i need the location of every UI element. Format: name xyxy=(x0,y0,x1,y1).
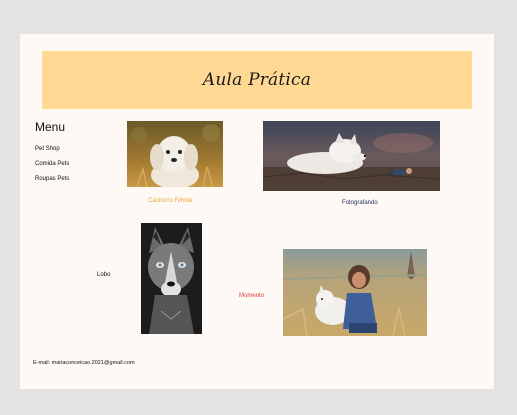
side-menu: Menu Pet Shop Comida Pets Roupas Pets xyxy=(35,120,69,187)
photographing-photo xyxy=(263,121,440,191)
page-header: Aula Prática xyxy=(42,51,472,109)
menu-item-pet-shop[interactable]: Pet Shop xyxy=(35,142,69,157)
menu-title: Menu xyxy=(35,120,66,134)
menu-item-roupas-pets[interactable]: Roupas Pets xyxy=(35,172,69,187)
puppy-caption: Cachorro Filhote xyxy=(148,198,193,204)
moment-photo xyxy=(283,249,427,336)
page-title: Aula Prática xyxy=(202,70,312,90)
menu-item-comida-pets[interactable]: Comida Pets xyxy=(35,157,69,172)
footer-email: E-mail: mariaconceicao.2021@gmail.com xyxy=(33,360,135,366)
moment-caption: Momento xyxy=(239,293,265,299)
page-container: Aula Prática Menu Pet Shop Comida Pets R… xyxy=(20,34,494,389)
puppy-photo xyxy=(127,121,223,187)
photographing-caption: Fotografando xyxy=(342,200,378,206)
wolf-photo xyxy=(141,223,202,334)
wolf-caption: Lobo xyxy=(97,272,111,278)
